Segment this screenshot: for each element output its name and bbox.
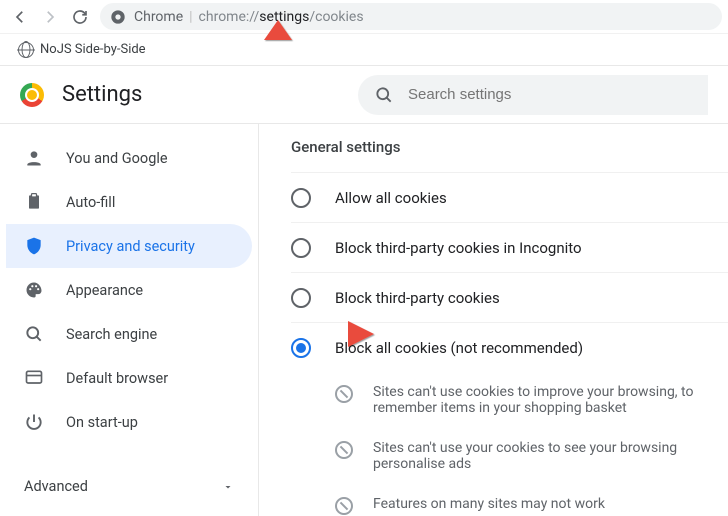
option-label: Block third-party cookies in Incognito xyxy=(335,239,582,257)
option-block-incognito[interactable]: Block third-party cookies in Incognito xyxy=(291,222,728,272)
bookmark-bar: NoJS Side-by-Side xyxy=(0,34,728,66)
detail-row: Sites can't use your cookies to see your… xyxy=(335,428,728,484)
url-scheme-label: Chrome xyxy=(134,9,183,25)
search-input[interactable] xyxy=(408,86,692,103)
sidebar-item-search-engine[interactable]: Search engine xyxy=(6,312,252,356)
option-block-all[interactable]: Block all cookies (not recommended) xyxy=(291,322,728,372)
sidebar: You and Google Auto-fill Privacy and sec… xyxy=(0,124,258,516)
detail-text: Sites can't use cookies to improve your … xyxy=(373,384,728,416)
option-label: Allow all cookies xyxy=(335,189,447,207)
chrome-logo-icon xyxy=(20,83,44,107)
app-header: Settings xyxy=(0,66,728,124)
option-allow-all[interactable]: Allow all cookies xyxy=(291,172,728,222)
power-icon xyxy=(24,412,44,432)
globe-icon xyxy=(18,42,34,58)
option-label: Block third-party cookies xyxy=(335,289,500,307)
search-icon xyxy=(374,85,394,105)
bookmark-item[interactable]: NoJS Side-by-Side xyxy=(12,38,152,62)
address-text: Chrome | chrome://settings/cookies xyxy=(134,9,364,25)
sidebar-item-privacy-security[interactable]: Privacy and security xyxy=(6,224,252,268)
search-icon xyxy=(24,324,44,344)
sidebar-item-default-browser[interactable]: Default browser xyxy=(6,356,252,400)
sidebar-advanced[interactable]: Advanced xyxy=(6,462,252,495)
advanced-label: Advanced xyxy=(24,478,88,495)
clipboard-icon xyxy=(24,192,44,212)
detail-text: Sites can't use your cookies to see your… xyxy=(373,440,728,472)
url-suffix: /cookies xyxy=(309,9,363,25)
sidebar-item-on-start-up[interactable]: On start-up xyxy=(6,400,252,444)
url-prefix: chrome:// xyxy=(199,9,260,25)
section-title: General settings xyxy=(291,138,728,156)
block-all-details: Sites can't use cookies to improve your … xyxy=(291,372,728,516)
sidebar-item-auto-fill[interactable]: Auto-fill xyxy=(6,180,252,224)
sidebar-item-label: Appearance xyxy=(66,282,143,299)
sidebar-item-appearance[interactable]: Appearance xyxy=(6,268,252,312)
radio-icon[interactable] xyxy=(291,288,311,308)
shield-icon xyxy=(24,236,44,256)
browser-toolbar: Chrome | chrome://settings/cookies xyxy=(0,0,728,34)
radio-icon[interactable] xyxy=(291,338,311,358)
person-icon xyxy=(24,148,44,168)
sidebar-item-label: Search engine xyxy=(66,326,157,343)
forward-button[interactable] xyxy=(36,3,64,31)
option-label: Block all cookies (not recommended) xyxy=(335,339,583,357)
sidebar-item-label: Default browser xyxy=(66,370,168,387)
radio-icon[interactable] xyxy=(291,188,311,208)
address-bar[interactable]: Chrome | chrome://settings/cookies xyxy=(100,3,722,30)
content-panel: General settings Allow all cookies Block… xyxy=(258,124,728,516)
sidebar-item-label: You and Google xyxy=(66,150,168,167)
block-icon xyxy=(335,441,353,459)
sidebar-item-label: Privacy and security xyxy=(66,238,195,255)
search-settings-box[interactable] xyxy=(358,75,708,115)
sidebar-item-label: Auto-fill xyxy=(66,194,115,211)
detail-row: Sites can't use cookies to improve your … xyxy=(335,372,728,428)
block-icon xyxy=(335,385,353,403)
detail-row: Features on many sites may not work xyxy=(335,484,728,516)
back-button[interactable] xyxy=(6,3,34,31)
option-block-third-party[interactable]: Block third-party cookies xyxy=(291,272,728,322)
palette-icon xyxy=(24,280,44,300)
detail-text: Features on many sites may not work xyxy=(373,496,605,512)
sidebar-item-label: On start-up xyxy=(66,414,138,431)
chevron-down-icon xyxy=(222,481,234,493)
reload-button[interactable] xyxy=(66,3,94,31)
sidebar-item-you-and-google[interactable]: You and Google xyxy=(6,136,252,180)
block-icon xyxy=(335,497,353,515)
radio-icon[interactable] xyxy=(291,238,311,258)
browser-icon xyxy=(24,368,44,388)
page-title: Settings xyxy=(62,82,142,107)
main-area: You and Google Auto-fill Privacy and sec… xyxy=(0,124,728,516)
url-path: settings xyxy=(259,9,309,25)
chrome-icon xyxy=(110,9,126,25)
bookmark-label: NoJS Side-by-Side xyxy=(40,42,146,57)
